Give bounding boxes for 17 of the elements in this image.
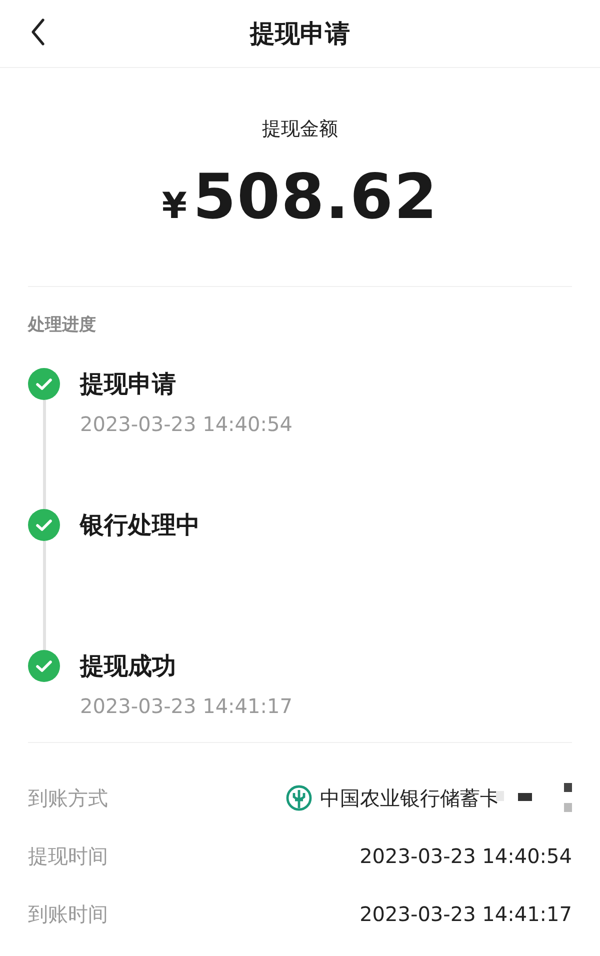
step-time: 2023-03-23 14:40:54	[80, 412, 292, 436]
detail-value: 2023-03-23 14:40:54	[360, 844, 572, 868]
currency-symbol: ¥	[162, 186, 187, 227]
step-title: 提现成功	[80, 651, 177, 682]
section-title: 处理进度	[28, 315, 96, 335]
detail-label: 到账时间	[28, 900, 108, 928]
bank-logo-icon	[286, 785, 312, 811]
amount-label: 提现金额	[262, 117, 338, 142]
detail-label: 提现时间	[28, 842, 108, 870]
page-title: 提现申请	[250, 18, 350, 50]
detail-label: 到账方式	[28, 784, 108, 812]
step-title: 提现申请	[80, 369, 177, 400]
step-time: 2023-03-23 14:41:17	[80, 694, 292, 718]
amount-value: 508.62	[192, 160, 438, 233]
detail-value: 2023-03-23 14:41:17	[360, 902, 572, 926]
step-title: 银行处理中	[80, 510, 200, 541]
back-icon[interactable]	[30, 18, 46, 46]
